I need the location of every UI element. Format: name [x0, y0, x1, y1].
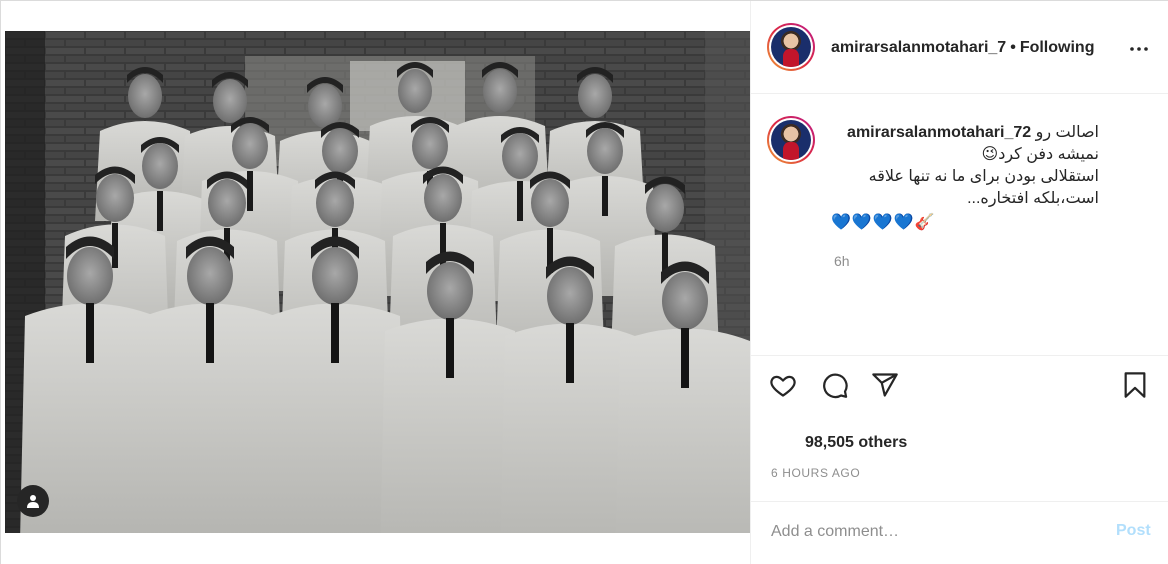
- header-separator: •: [1010, 39, 1016, 56]
- following-button[interactable]: Following: [1020, 39, 1095, 56]
- comment-icon: [823, 373, 848, 399]
- save-button[interactable]: [1119, 369, 1151, 401]
- post-header: amirarsalanmotahari_7 • Following: [751, 1, 1168, 94]
- caption-emoji-line: 💙💙💙💙🎸: [831, 214, 936, 231]
- tagged-users-button[interactable]: [17, 485, 49, 517]
- comment-bar: Post: [751, 501, 1168, 564]
- paper-plane-icon: [872, 373, 898, 397]
- author-username[interactable]: amirarsalanmotahari_7: [831, 39, 1006, 56]
- comment-input[interactable]: [771, 520, 1091, 544]
- caption-username[interactable]: amirarsalanmotahari_72: [847, 124, 1031, 141]
- header-user-line: amirarsalanmotahari_7 • Following: [831, 39, 1094, 57]
- caption-timestamp[interactable]: 6h: [834, 253, 850, 269]
- caption-text-line4: است،بلکه افتخاره...: [967, 190, 1099, 207]
- like-button[interactable]: [767, 369, 799, 401]
- author-avatar[interactable]: [767, 23, 815, 71]
- post-caption: اصالت رو amirarsalanmotahari_72 نمیشه دف…: [751, 94, 1168, 356]
- post-sidebar: amirarsalanmotahari_7 • Following اصالت رو…: [751, 1, 1168, 564]
- post-comment-button[interactable]: Post: [1116, 522, 1151, 540]
- team-photo[interactable]: [5, 31, 750, 533]
- likes-count[interactable]: 98,505 others: [805, 434, 907, 452]
- comment-button[interactable]: [819, 369, 851, 401]
- heart-icon: [770, 375, 796, 397]
- caption-text-line3: استقلالی بودن برای ما نه تنها علاقه: [868, 168, 1099, 185]
- post-actions: [751, 357, 1168, 411]
- bookmark-icon: [1124, 372, 1146, 398]
- caption-avatar[interactable]: [767, 116, 815, 164]
- share-button[interactable]: [869, 369, 901, 401]
- caption-text-line2: نمیشه دفن کرد😉: [981, 146, 1099, 163]
- instagram-post: amirarsalanmotahari_7 • Following اصالت رو…: [0, 0, 1168, 564]
- liker-avatar[interactable]: [771, 429, 799, 457]
- caption-first-line: اصالت رو amirarsalanmotahari_72: [831, 122, 1099, 144]
- caption-text-line1: اصالت رو: [1035, 124, 1099, 141]
- team-photo-image: [5, 31, 750, 533]
- post-media: [1, 1, 751, 564]
- more-options-icon: [1130, 47, 1148, 51]
- post-time-ago[interactable]: 6 HOURS AGO: [771, 466, 860, 480]
- caption-body: نمیشه دفن کرد😉 استقلالی بودن برای ما نه …: [831, 144, 1099, 210]
- more-options-button[interactable]: [1127, 37, 1151, 61]
- tagged-users-icon: [27, 495, 39, 508]
